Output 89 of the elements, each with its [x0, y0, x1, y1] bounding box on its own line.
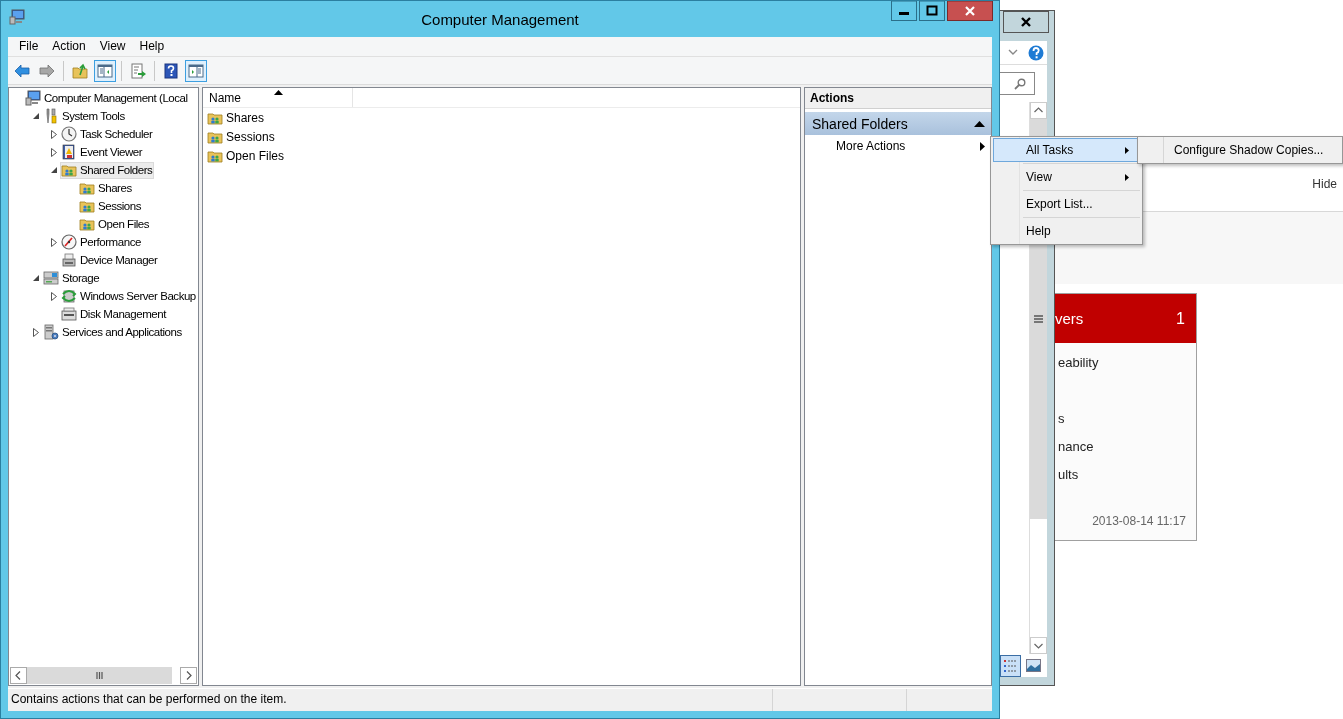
tree-item[interactable]: Sessions [78, 197, 144, 215]
list-view-icon[interactable] [1000, 654, 1021, 677]
storage-icon [43, 270, 59, 286]
export-list-icon [130, 62, 146, 79]
list-item[interactable]: Open Files [203, 146, 800, 165]
gauge-icon [61, 234, 77, 250]
tree-item[interactable]: System Tools [42, 107, 127, 125]
maximize-icon[interactable] [919, 1, 945, 21]
pane-header: Actions [805, 88, 991, 109]
scroll-left-icon[interactable] [10, 667, 27, 684]
scroll-thumb[interactable] [27, 667, 172, 684]
action-pane-button[interactable] [185, 59, 207, 82]
scroll-right-icon[interactable] [180, 667, 197, 684]
scroll-up-icon[interactable] [1030, 102, 1047, 119]
status-text: Contains actions that can be performed on the item. [10, 691, 288, 708]
chevron-down-icon[interactable] [1008, 48, 1018, 57]
minimize-icon[interactable] [891, 1, 917, 21]
event-log-icon [61, 144, 77, 160]
action-link[interactable]: More Actions [805, 135, 991, 157]
grip-icon [96, 672, 103, 679]
menu-item[interactable]: View [993, 165, 1140, 189]
backup-icon [61, 288, 77, 304]
tile-link[interactable]: ults [1058, 461, 1196, 489]
shared-folder-icon [79, 180, 95, 196]
close-icon[interactable] [1003, 11, 1049, 33]
clock-icon [61, 126, 77, 142]
tile-title: vers [1055, 310, 1084, 327]
shared-folder-icon [61, 162, 77, 178]
computer-icon[interactable] [9, 9, 25, 25]
tree-item[interactable]: Services and Applications [42, 323, 184, 341]
tree-item[interactable]: Task Scheduler [60, 125, 155, 143]
expand-arrow-icon[interactable] [50, 147, 57, 157]
tree-item[interactable]: Event Viewer [60, 143, 145, 161]
section-header[interactable]: Shared Folders [805, 112, 991, 135]
tree-item[interactable]: Shares [78, 179, 134, 197]
services-icon [43, 324, 59, 340]
forward-arrow-icon [39, 62, 55, 79]
menu-item[interactable]: Export List... [993, 192, 1140, 216]
collapse-arrow-icon[interactable] [974, 120, 985, 127]
tile-count: 1 [1176, 309, 1185, 328]
tree-item[interactable]: Computer Management (Local [24, 89, 190, 107]
tree-item[interactable]: Windows Server Backup [60, 287, 198, 305]
tree-item[interactable]: Open Files [78, 215, 152, 233]
timestamp: 2013-08-14 11:17 [1091, 514, 1187, 528]
device-icon [61, 252, 77, 268]
menu-item[interactable]: View [92, 37, 133, 56]
tile-link[interactable]: nance [1058, 433, 1196, 461]
image-view-icon[interactable] [1026, 659, 1041, 672]
column-header[interactable]: Name [203, 88, 353, 107]
tree-item[interactable]: Shared Folders [60, 161, 155, 179]
tree-item[interactable]: Performance [60, 233, 143, 251]
list-item[interactable]: Sessions [203, 127, 800, 146]
search-icon[interactable] [1014, 77, 1026, 90]
expand-arrow-icon[interactable] [50, 129, 57, 139]
window-title: Computer Management [421, 11, 579, 28]
back-arrow-icon [14, 62, 30, 79]
menu-item[interactable]: Configure Shadow Copies... [1140, 138, 1340, 162]
close-icon[interactable] [947, 1, 993, 21]
disk-icon [61, 306, 77, 322]
hide-link[interactable]: Hide [1312, 177, 1337, 191]
tree-item[interactable]: Device Manager [60, 251, 160, 269]
folder-up-icon [72, 62, 88, 79]
action-pane-icon [188, 62, 204, 79]
menu-item[interactable]: Action [45, 37, 93, 56]
menu-item[interactable]: All Tasks [993, 138, 1140, 162]
grip-icon [1034, 315, 1043, 323]
tile-link[interactable]: eability [1058, 349, 1196, 377]
collapse-arrow-icon[interactable] [31, 274, 40, 282]
tools-icon [43, 108, 59, 124]
help-icon [163, 62, 179, 79]
tree-pane-button[interactable] [94, 59, 116, 82]
scroll-down-icon[interactable] [1030, 637, 1047, 654]
tile-link[interactable]: s [1058, 405, 1196, 433]
computer-icon [25, 90, 41, 106]
shared-folder-icon [79, 216, 95, 232]
menu-item[interactable]: Help [132, 37, 172, 56]
tree-item[interactable]: Disk Management [60, 305, 168, 323]
tree-pane-icon [97, 62, 113, 79]
expand-arrow-icon[interactable] [32, 327, 39, 337]
menu-item[interactable]: Help [993, 219, 1140, 243]
collapse-arrow-icon[interactable] [31, 112, 40, 120]
expand-arrow-icon[interactable] [50, 237, 57, 247]
help-icon[interactable] [1028, 44, 1044, 61]
list-item[interactable]: Shares [203, 108, 800, 127]
tree-item[interactable]: Storage [42, 269, 102, 287]
menu-item[interactable]: File [12, 37, 46, 56]
shared-folder-icon [79, 198, 95, 214]
expand-arrow-icon[interactable] [50, 291, 57, 301]
collapse-arrow-icon[interactable] [49, 166, 58, 174]
